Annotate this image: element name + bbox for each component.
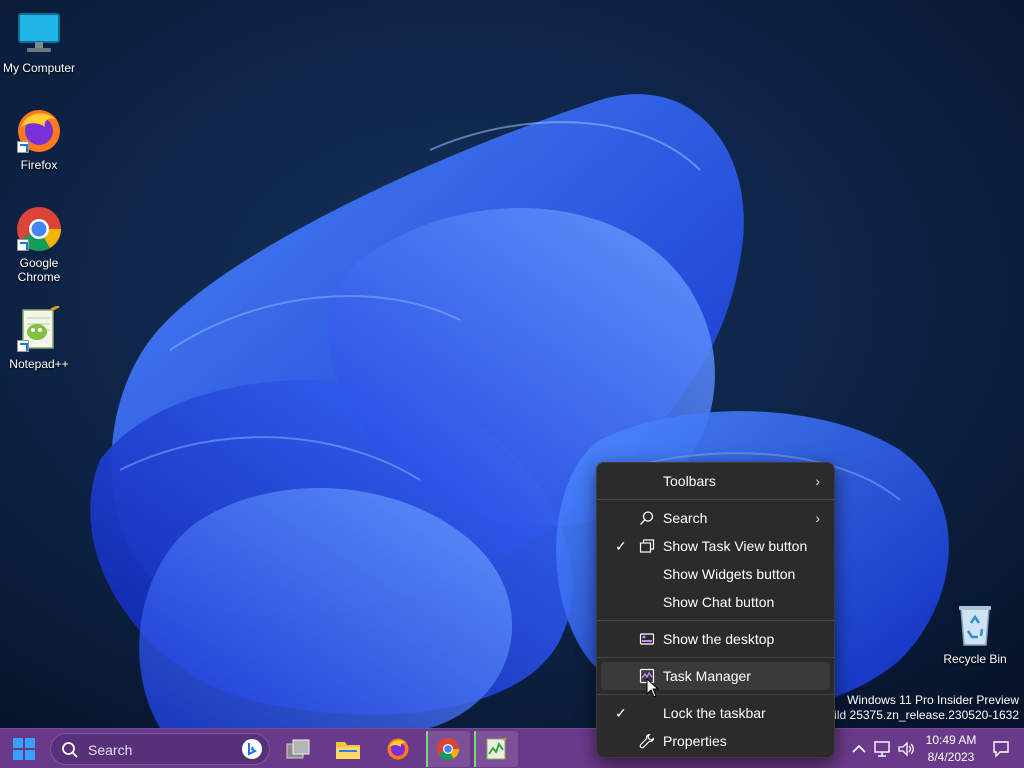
menu-item-task-manager[interactable]: Task Manager — [601, 662, 830, 690]
task-view-icon — [286, 739, 310, 759]
desktop-icon-label: Google Chrome — [17, 256, 61, 284]
firefox-icon — [15, 107, 63, 155]
menu-separator — [597, 657, 834, 658]
watermark-build: Build 25375.zn_release.230520-1632 — [819, 708, 1020, 722]
desktop-wallpaper — [0, 0, 1024, 728]
search-placeholder: Search — [88, 742, 133, 758]
desktop-icon-label: Notepad++ — [9, 357, 69, 371]
shortcut-arrow-icon — [17, 340, 29, 352]
menu-item-label: Show the desktop — [663, 631, 775, 647]
wrench-icon — [639, 733, 655, 749]
shortcut-arrow-icon — [17, 239, 29, 251]
desktop-icon — [639, 633, 655, 645]
chevron-right-icon: › — [815, 473, 820, 489]
recycle-bin-icon — [951, 601, 999, 649]
desktop-icon-recycle-bin[interactable]: Recycle Bin — [935, 601, 1015, 666]
desktop-icon-firefox[interactable]: Firefox — [0, 107, 79, 172]
menu-item-properties[interactable]: Properties — [601, 727, 830, 755]
desktop-icon-label: My Computer — [2, 61, 76, 75]
menu-item-toolbars[interactable]: Toolbars › — [601, 467, 830, 495]
mouse-cursor-icon — [646, 678, 660, 698]
desktop-icon-notepadpp[interactable]: Notepad++ — [0, 304, 79, 371]
desktop-icon-label: Firefox — [20, 158, 58, 172]
taskbar-task-manager[interactable] — [474, 731, 518, 767]
menu-item-search[interactable]: Search › — [601, 504, 830, 532]
taskbar-clock[interactable]: 10:49 AM 8/4/2023 — [918, 732, 984, 766]
menu-item-label: Toolbars — [663, 473, 716, 489]
menu-separator — [597, 620, 834, 621]
menu-item-show-the-desktop[interactable]: Show the desktop — [601, 625, 830, 653]
firefox-icon — [387, 738, 409, 760]
menu-item-lock-the-taskbar[interactable]: ✓ Lock the taskbar — [601, 699, 830, 727]
chrome-icon — [15, 205, 63, 253]
network-icon[interactable] — [874, 740, 892, 758]
monitor-icon — [15, 10, 63, 58]
menu-item-label: Show Task View button — [663, 538, 808, 554]
taskmgr-icon — [486, 738, 507, 760]
start-button[interactable] — [4, 731, 44, 767]
menu-item-show-task-view-button[interactable]: ✓ Show Task View button — [601, 532, 830, 560]
notepadpp-icon — [15, 304, 63, 354]
checkmark-icon: ✓ — [615, 538, 627, 554]
taskbar-task-view[interactable] — [278, 731, 318, 767]
watermark-edition: Windows 11 Pro Insider Preview — [847, 693, 1019, 707]
chrome-icon — [437, 738, 459, 760]
chevron-right-icon: › — [815, 510, 820, 526]
taskbar: Search 10:49 AM 8/4/2023 — [0, 728, 1024, 768]
windows-logo-icon — [13, 738, 35, 760]
windows-build-watermark: Windows 11 Pro Insider Preview Build 253… — [820, 693, 1020, 723]
task-view-icon — [639, 539, 655, 553]
menu-item-label: Lock the taskbar — [663, 705, 766, 721]
search-icon — [62, 742, 78, 758]
shortcut-arrow-icon — [17, 141, 29, 153]
taskbar-search-box[interactable]: Search — [50, 733, 270, 765]
checkmark-icon: ✓ — [615, 705, 627, 721]
taskbar-firefox[interactable] — [378, 731, 418, 767]
desktop-icon-label: Recycle Bin — [943, 652, 1007, 666]
menu-separator — [597, 499, 834, 500]
desktop-icon-google-chrome[interactable]: Google Chrome — [0, 205, 79, 284]
volume-icon[interactable] — [897, 740, 915, 758]
bing-icon[interactable] — [241, 738, 263, 760]
menu-item-label: Task Manager — [663, 668, 751, 684]
clock-date: 8/4/2023 — [927, 750, 975, 764]
menu-item-label: Show Widgets button — [663, 566, 796, 582]
menu-item-label: Show Chat button — [663, 594, 775, 610]
menu-item-show-widgets-button[interactable]: Show Widgets button — [601, 560, 830, 588]
chevron-up-icon[interactable] — [850, 740, 868, 758]
taskbar-chrome[interactable] — [426, 731, 470, 767]
file-explorer-icon — [336, 742, 360, 759]
menu-separator — [597, 694, 834, 695]
menu-item-show-chat-button[interactable]: Show Chat button — [601, 588, 830, 616]
clock-time: 10:49 AM — [925, 733, 977, 747]
desktop-icon-my-computer[interactable]: My Computer — [0, 10, 79, 75]
menu-item-label: Search — [663, 510, 708, 526]
notification-icon[interactable] — [992, 740, 1010, 758]
taskbar-context-menu: Toolbars › Search › ✓ Show Task View but… — [596, 462, 835, 758]
menu-item-label: Properties — [663, 733, 727, 749]
search-icon — [640, 511, 654, 525]
taskbar-file-explorer[interactable] — [328, 731, 368, 767]
